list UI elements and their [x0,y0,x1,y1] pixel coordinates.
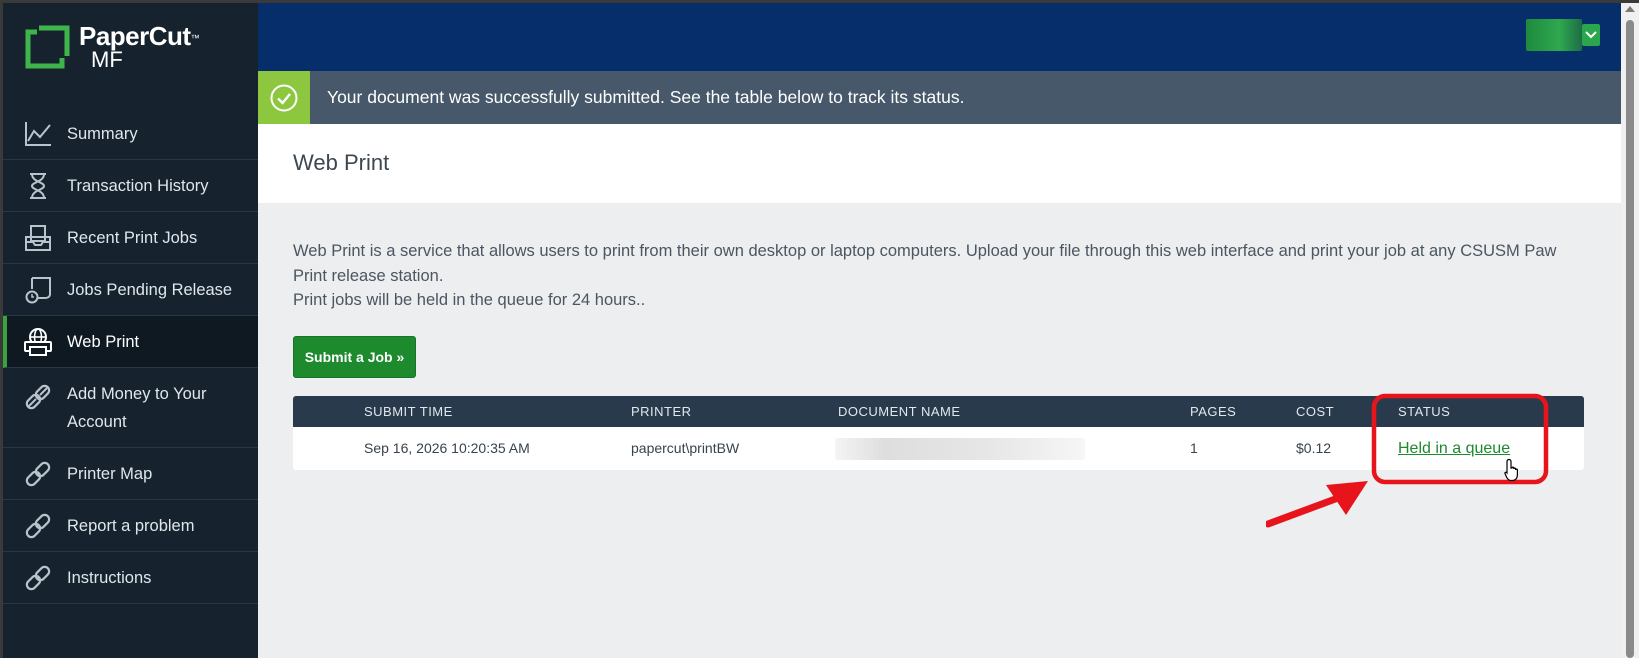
logo-text-mf: MF [91,47,123,72]
hand-cursor-icon [1504,458,1518,482]
sidebar-item-instructions[interactable]: Instructions [3,552,258,604]
cell-cost: $0.12 [1296,440,1332,456]
hourglass-icon [23,171,53,201]
status-link[interactable]: Held in a queue [1398,440,1510,457]
table-row: Sep 16, 2026 10:20:35 AM papercut\printB… [293,427,1584,470]
link-icon [23,511,53,541]
column-header-cost[interactable]: COST [1296,396,1334,427]
banner-message: Your document was successfully submitted… [327,87,965,107]
sidebar-nav: Summary Transaction History Recent Print… [3,108,258,604]
column-header-document-name[interactable]: DOCUMENT NAME [838,396,961,427]
page-header: Web Print [258,124,1621,203]
chart-line-icon [23,119,53,149]
link-icon [23,382,53,412]
chevron-down-icon[interactable] [1582,24,1600,46]
cell-pages: 1 [1190,440,1198,456]
column-header-submit-time[interactable]: SUBMIT TIME [364,396,453,427]
top-bar [258,3,1621,71]
sidebar: PaperCut™ MF Summary Transaction History… [3,3,258,658]
scrollbar-thumb[interactable] [1626,20,1634,658]
sidebar-item-web-print[interactable]: Web Print [3,316,258,368]
inbox-icon [23,223,53,253]
sidebar-item-report-problem[interactable]: Report a problem [3,500,258,552]
sidebar-item-label: Summary [67,124,138,143]
submit-job-button[interactable]: Submit a Job » [293,336,416,378]
sidebar-item-label: Web Print [67,332,140,351]
page-title: Web Print [293,150,390,175]
column-header-status[interactable]: STATUS [1398,396,1450,427]
description-line-2: Print jobs will be held in the queue for… [293,291,646,309]
link-icon [23,563,53,593]
main-content: Web Print is a service that allows users… [258,203,1621,658]
sidebar-item-label: Add Money to Your Account [67,384,207,431]
success-banner: Your document was successfully submitted… [258,71,1621,124]
cell-document-name-redacted [835,438,1085,460]
papercut-logo-icon [25,25,70,69]
check-circle-icon [258,71,310,124]
scroll-up-arrow-icon[interactable] [1625,6,1635,12]
sidebar-item-label: Recent Print Jobs [67,228,198,247]
sidebar-item-printer-map[interactable]: Printer Map [3,448,258,500]
sidebar-item-add-money[interactable]: Add Money to Your Account [3,368,258,448]
sidebar-item-label: Transaction History [67,176,209,195]
sidebar-item-label: Jobs Pending Release [67,280,233,299]
description-line-1: Web Print is a service that allows users… [293,242,1557,285]
cell-submit-time: Sep 16, 2026 10:20:35 AM [364,440,530,456]
sidebar-item-recent-print-jobs[interactable]: Recent Print Jobs [3,212,258,264]
column-header-printer[interactable]: PRINTER [631,396,692,427]
web-printer-icon [23,327,53,357]
logo-trademark: ™ [190,33,200,43]
sidebar-item-label: Instructions [67,568,152,587]
print-jobs-table: SUBMIT TIME PRINTER DOCUMENT NAME PAGES … [293,396,1584,470]
papercut-logo[interactable]: PaperCut™ MF [25,23,200,72]
avatar [1526,19,1582,51]
sidebar-item-transaction-history[interactable]: Transaction History [3,160,258,212]
document-clock-icon [23,275,53,305]
column-header-pages[interactable]: PAGES [1190,396,1236,427]
link-icon [23,459,53,489]
table-header: SUBMIT TIME PRINTER DOCUMENT NAME PAGES … [293,396,1584,427]
user-menu[interactable] [1526,19,1600,51]
page-description: Web Print is a service that allows users… [293,239,1563,313]
page-scrollbar[interactable] [1621,3,1639,658]
sidebar-item-label: Printer Map [67,464,153,483]
sidebar-item-label: Report a problem [67,516,195,535]
sidebar-item-jobs-pending-release[interactable]: Jobs Pending Release [3,264,258,316]
sidebar-item-summary[interactable]: Summary [3,108,258,160]
cell-printer: papercut\printBW [631,440,740,456]
